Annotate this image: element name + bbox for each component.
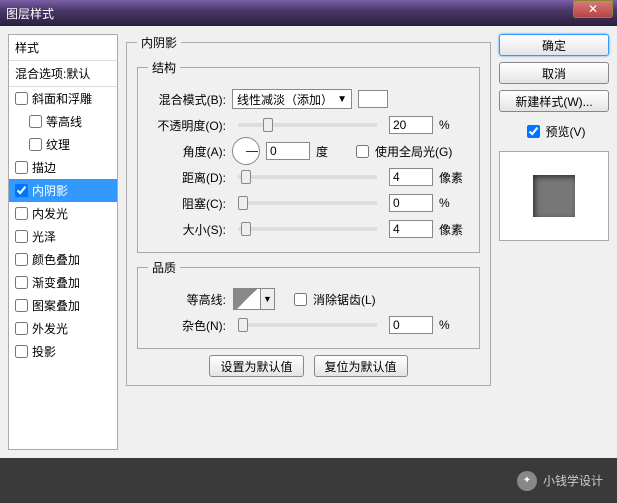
opacity-unit: %	[439, 118, 469, 132]
style-item-label: 内发光	[32, 205, 68, 222]
style-item-label: 颜色叠加	[32, 251, 80, 268]
blend-mode-label: 混合模式(B):	[148, 91, 226, 108]
style-item-checkbox[interactable]	[29, 115, 42, 128]
choke-unit: %	[439, 196, 469, 210]
noise-slider[interactable]	[238, 323, 377, 327]
watermark-text: 小钱学设计	[543, 472, 603, 489]
style-item[interactable]: 光泽	[9, 225, 117, 248]
global-light-label: 使用全局光(G)	[375, 143, 452, 160]
blend-mode-combo[interactable]: 线性减淡（添加） ▼	[232, 89, 352, 109]
angle-label: 角度(A):	[148, 143, 226, 160]
reset-default-button[interactable]: 复位为默认值	[314, 355, 408, 377]
opacity-input[interactable]: 20	[389, 116, 433, 134]
style-item[interactable]: 渐变叠加	[9, 271, 117, 294]
noise-label: 杂色(N):	[148, 317, 226, 334]
panel-title: 内阴影	[137, 34, 181, 51]
styles-sidebar: 样式 混合选项:默认 斜面和浮雕等高线纹理描边内阴影内发光光泽颜色叠加渐变叠加图…	[8, 34, 118, 450]
style-item[interactable]: 内阴影	[9, 179, 117, 202]
style-item-checkbox[interactable]	[15, 253, 28, 266]
antialias-checkbox[interactable]: 消除锯齿(L)	[290, 290, 376, 309]
style-item-label: 外发光	[32, 320, 68, 337]
style-item-label: 渐变叠加	[32, 274, 80, 291]
style-item-checkbox[interactable]	[15, 276, 28, 289]
style-item-label: 描边	[32, 159, 56, 176]
contour-thumb-icon	[233, 288, 261, 310]
style-item[interactable]: 颜色叠加	[9, 248, 117, 271]
close-icon: ✕	[588, 2, 598, 16]
angle-input[interactable]: 0	[266, 142, 310, 160]
style-item-checkbox[interactable]	[15, 345, 28, 358]
style-item-label: 图案叠加	[32, 297, 80, 314]
cancel-button[interactable]: 取消	[499, 62, 609, 84]
new-style-button[interactable]: 新建样式(W)...	[499, 90, 609, 112]
chevron-down-icon: ▼	[261, 288, 275, 310]
chevron-down-icon: ▼	[337, 94, 347, 105]
distance-input[interactable]: 4	[389, 168, 433, 186]
style-item-label: 斜面和浮雕	[32, 90, 92, 107]
style-item-label: 内阴影	[32, 182, 68, 199]
choke-label: 阻塞(C):	[148, 195, 226, 212]
sidebar-header: 样式	[9, 35, 117, 61]
wechat-icon: ✦	[517, 471, 537, 491]
style-item-checkbox[interactable]	[29, 138, 42, 151]
distance-unit: 像素	[439, 169, 469, 186]
window-title: 图层样式	[6, 5, 611, 22]
style-item-checkbox[interactable]	[15, 92, 28, 105]
antialias-label: 消除锯齿(L)	[313, 291, 376, 308]
inner-shadow-panel: 内阴影 结构 混合模式(B): 线性减淡（添加） ▼ 不透明度(O): 20 %	[126, 34, 491, 386]
style-item-label: 等高线	[46, 113, 82, 130]
style-item-checkbox[interactable]	[15, 299, 28, 312]
style-item-checkbox[interactable]	[15, 230, 28, 243]
style-item[interactable]: 描边	[9, 156, 117, 179]
structure-group: 结构 混合模式(B): 线性减淡（添加） ▼ 不透明度(O): 20 %	[137, 59, 480, 253]
window-close-button[interactable]: ✕	[573, 0, 613, 18]
style-item-checkbox[interactable]	[15, 207, 28, 220]
distance-label: 距离(D):	[148, 169, 226, 186]
style-item[interactable]: 斜面和浮雕	[9, 87, 117, 110]
opacity-label: 不透明度(O):	[148, 117, 226, 134]
size-unit: 像素	[439, 221, 469, 238]
style-item[interactable]: 纹理	[9, 133, 117, 156]
distance-slider[interactable]	[238, 175, 377, 179]
global-light-checkbox[interactable]: 使用全局光(G)	[352, 142, 452, 161]
style-item-checkbox[interactable]	[15, 322, 28, 335]
style-item[interactable]: 内发光	[9, 202, 117, 225]
blend-options-item[interactable]: 混合选项:默认	[9, 61, 117, 87]
blend-mode-value: 线性减淡（添加）	[237, 91, 333, 108]
contour-label: 等高线:	[148, 291, 226, 308]
style-item[interactable]: 图案叠加	[9, 294, 117, 317]
make-default-button[interactable]: 设置为默认值	[209, 355, 303, 377]
style-item[interactable]: 等高线	[9, 110, 117, 133]
size-slider[interactable]	[238, 227, 377, 231]
style-item-checkbox[interactable]	[15, 161, 28, 174]
style-item-label: 投影	[32, 343, 56, 360]
opacity-slider[interactable]	[238, 123, 377, 127]
quality-legend: 品质	[148, 259, 180, 276]
angle-unit: 度	[316, 143, 346, 160]
style-item[interactable]: 投影	[9, 340, 117, 363]
angle-dial[interactable]	[232, 137, 260, 165]
size-label: 大小(S):	[148, 221, 226, 238]
watermark-footer: ✦ 小钱学设计	[0, 458, 617, 503]
preview-checkbox[interactable]: 预览(V)	[499, 122, 609, 141]
preview-swatch	[533, 175, 575, 217]
color-swatch[interactable]	[358, 90, 388, 108]
contour-picker[interactable]: ▼	[232, 287, 276, 311]
ok-button[interactable]: 确定	[499, 34, 609, 56]
choke-slider[interactable]	[238, 201, 377, 205]
choke-input[interactable]: 0	[389, 194, 433, 212]
style-item-label: 纹理	[46, 136, 70, 153]
style-item-checkbox[interactable]	[15, 184, 28, 197]
quality-group: 品质 等高线: ▼ 消除锯齿(L) 杂色(N): 0	[137, 259, 480, 349]
structure-legend: 结构	[148, 59, 180, 76]
noise-unit: %	[439, 318, 469, 332]
size-input[interactable]: 4	[389, 220, 433, 238]
noise-input[interactable]: 0	[389, 316, 433, 334]
preview-label: 预览(V)	[546, 123, 586, 140]
preview-box	[499, 151, 609, 241]
style-item-label: 光泽	[32, 228, 56, 245]
style-item[interactable]: 外发光	[9, 317, 117, 340]
